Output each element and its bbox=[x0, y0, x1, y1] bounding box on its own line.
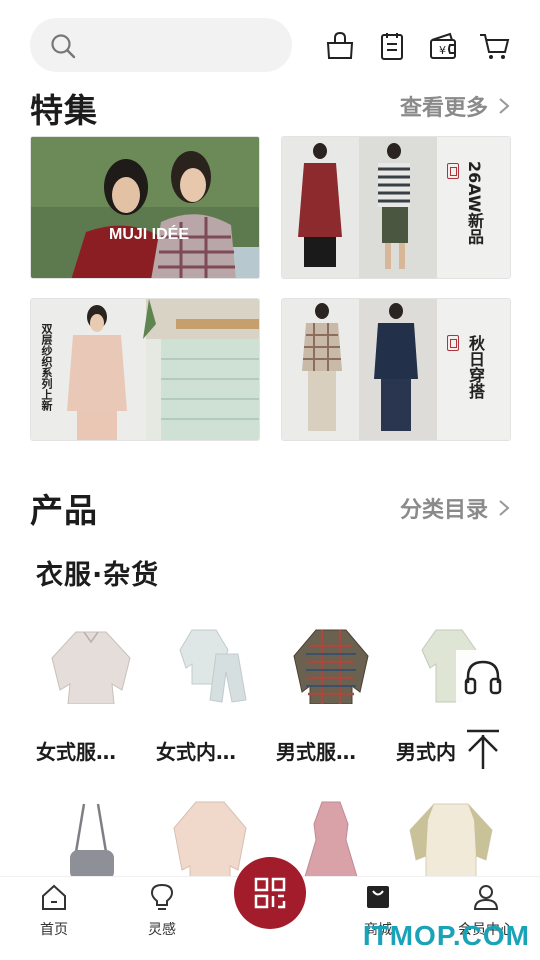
top-bar: ¥ bbox=[30, 18, 510, 72]
featured-card-double-gauze[interactable]: 双层纱织系列上新 bbox=[30, 298, 260, 441]
product-name: 女式内… bbox=[156, 740, 236, 764]
wallet-icon[interactable]: ¥ bbox=[428, 30, 460, 62]
notepad-icon[interactable] bbox=[376, 30, 408, 62]
back-to-top-button[interactable] bbox=[456, 722, 510, 776]
home-icon bbox=[42, 884, 66, 910]
seal-icon bbox=[447, 163, 459, 179]
product-image bbox=[179, 629, 247, 703]
shop-bag-icon bbox=[367, 886, 389, 908]
banner-photo bbox=[31, 137, 259, 278]
banner-photo bbox=[31, 299, 259, 440]
product-item[interactable]: 女式内… bbox=[156, 628, 266, 765]
products-catalog-link[interactable]: 分类目录 bbox=[400, 492, 510, 524]
chevron-right-icon bbox=[499, 98, 510, 114]
product-image bbox=[51, 631, 131, 704]
card-label: 26AW新品 bbox=[465, 161, 484, 245]
bottom-nav: 首页 灵感 商城 会员中心 ITMOP.COM bbox=[0, 857, 540, 960]
member-qr-button[interactable] bbox=[234, 857, 306, 929]
customer-service-button[interactable] bbox=[456, 650, 510, 704]
products-more-label: 分类目录 bbox=[399, 498, 488, 523]
product-item[interactable]: 男式服… bbox=[276, 628, 386, 765]
headphones-icon bbox=[464, 660, 502, 695]
product-image bbox=[70, 803, 114, 880]
seal-icon bbox=[447, 335, 459, 351]
product-name: 男式服… bbox=[276, 740, 356, 764]
featured-more-link[interactable]: 查看更多 bbox=[400, 90, 510, 122]
qr-code-icon bbox=[254, 877, 286, 909]
featured-more-label: 查看更多 bbox=[399, 96, 488, 121]
product-item[interactable] bbox=[396, 800, 506, 880]
search-input[interactable] bbox=[30, 18, 292, 72]
featured-card-26aw[interactable]: 26AW新品 bbox=[281, 136, 511, 279]
featured-card-autumn[interactable]: 秋日穿搭 bbox=[281, 298, 511, 441]
card-label: 双层纱织系列上新 bbox=[40, 323, 53, 411]
product-image bbox=[409, 803, 493, 880]
svg-text:¥: ¥ bbox=[439, 44, 446, 57]
watermark: ITMOP.COM bbox=[362, 920, 530, 951]
arrow-up-icon bbox=[467, 729, 499, 769]
product-item[interactable] bbox=[36, 800, 146, 880]
user-icon bbox=[473, 885, 499, 910]
nav-label: 首页 bbox=[40, 922, 68, 938]
product-name: 女式服… bbox=[36, 740, 116, 764]
cart-icon[interactable] bbox=[478, 30, 510, 62]
nav-inspiration[interactable]: 灵感 bbox=[122, 883, 202, 939]
products-title: 产品 bbox=[30, 491, 98, 530]
product-item[interactable]: 女式服… bbox=[36, 628, 146, 765]
nav-home[interactable]: 首页 bbox=[14, 883, 94, 939]
chevron-right-icon bbox=[499, 500, 510, 516]
lightbulb-icon bbox=[150, 883, 174, 910]
subcategory-title: 衣服·杂货 bbox=[36, 560, 160, 591]
product-image bbox=[293, 629, 369, 704]
nav-label: 灵感 bbox=[148, 922, 176, 938]
shopping-bag-icon[interactable] bbox=[324, 30, 356, 62]
featured-title: 特集 bbox=[30, 91, 98, 130]
search-icon bbox=[51, 34, 76, 59]
featured-card-muji-idee[interactable]: MUJI IDÉE bbox=[30, 136, 260, 279]
product-image bbox=[303, 801, 359, 880]
card-label: 秋日穿搭 bbox=[466, 335, 485, 399]
card-label: MUJI IDÉE bbox=[109, 226, 190, 243]
